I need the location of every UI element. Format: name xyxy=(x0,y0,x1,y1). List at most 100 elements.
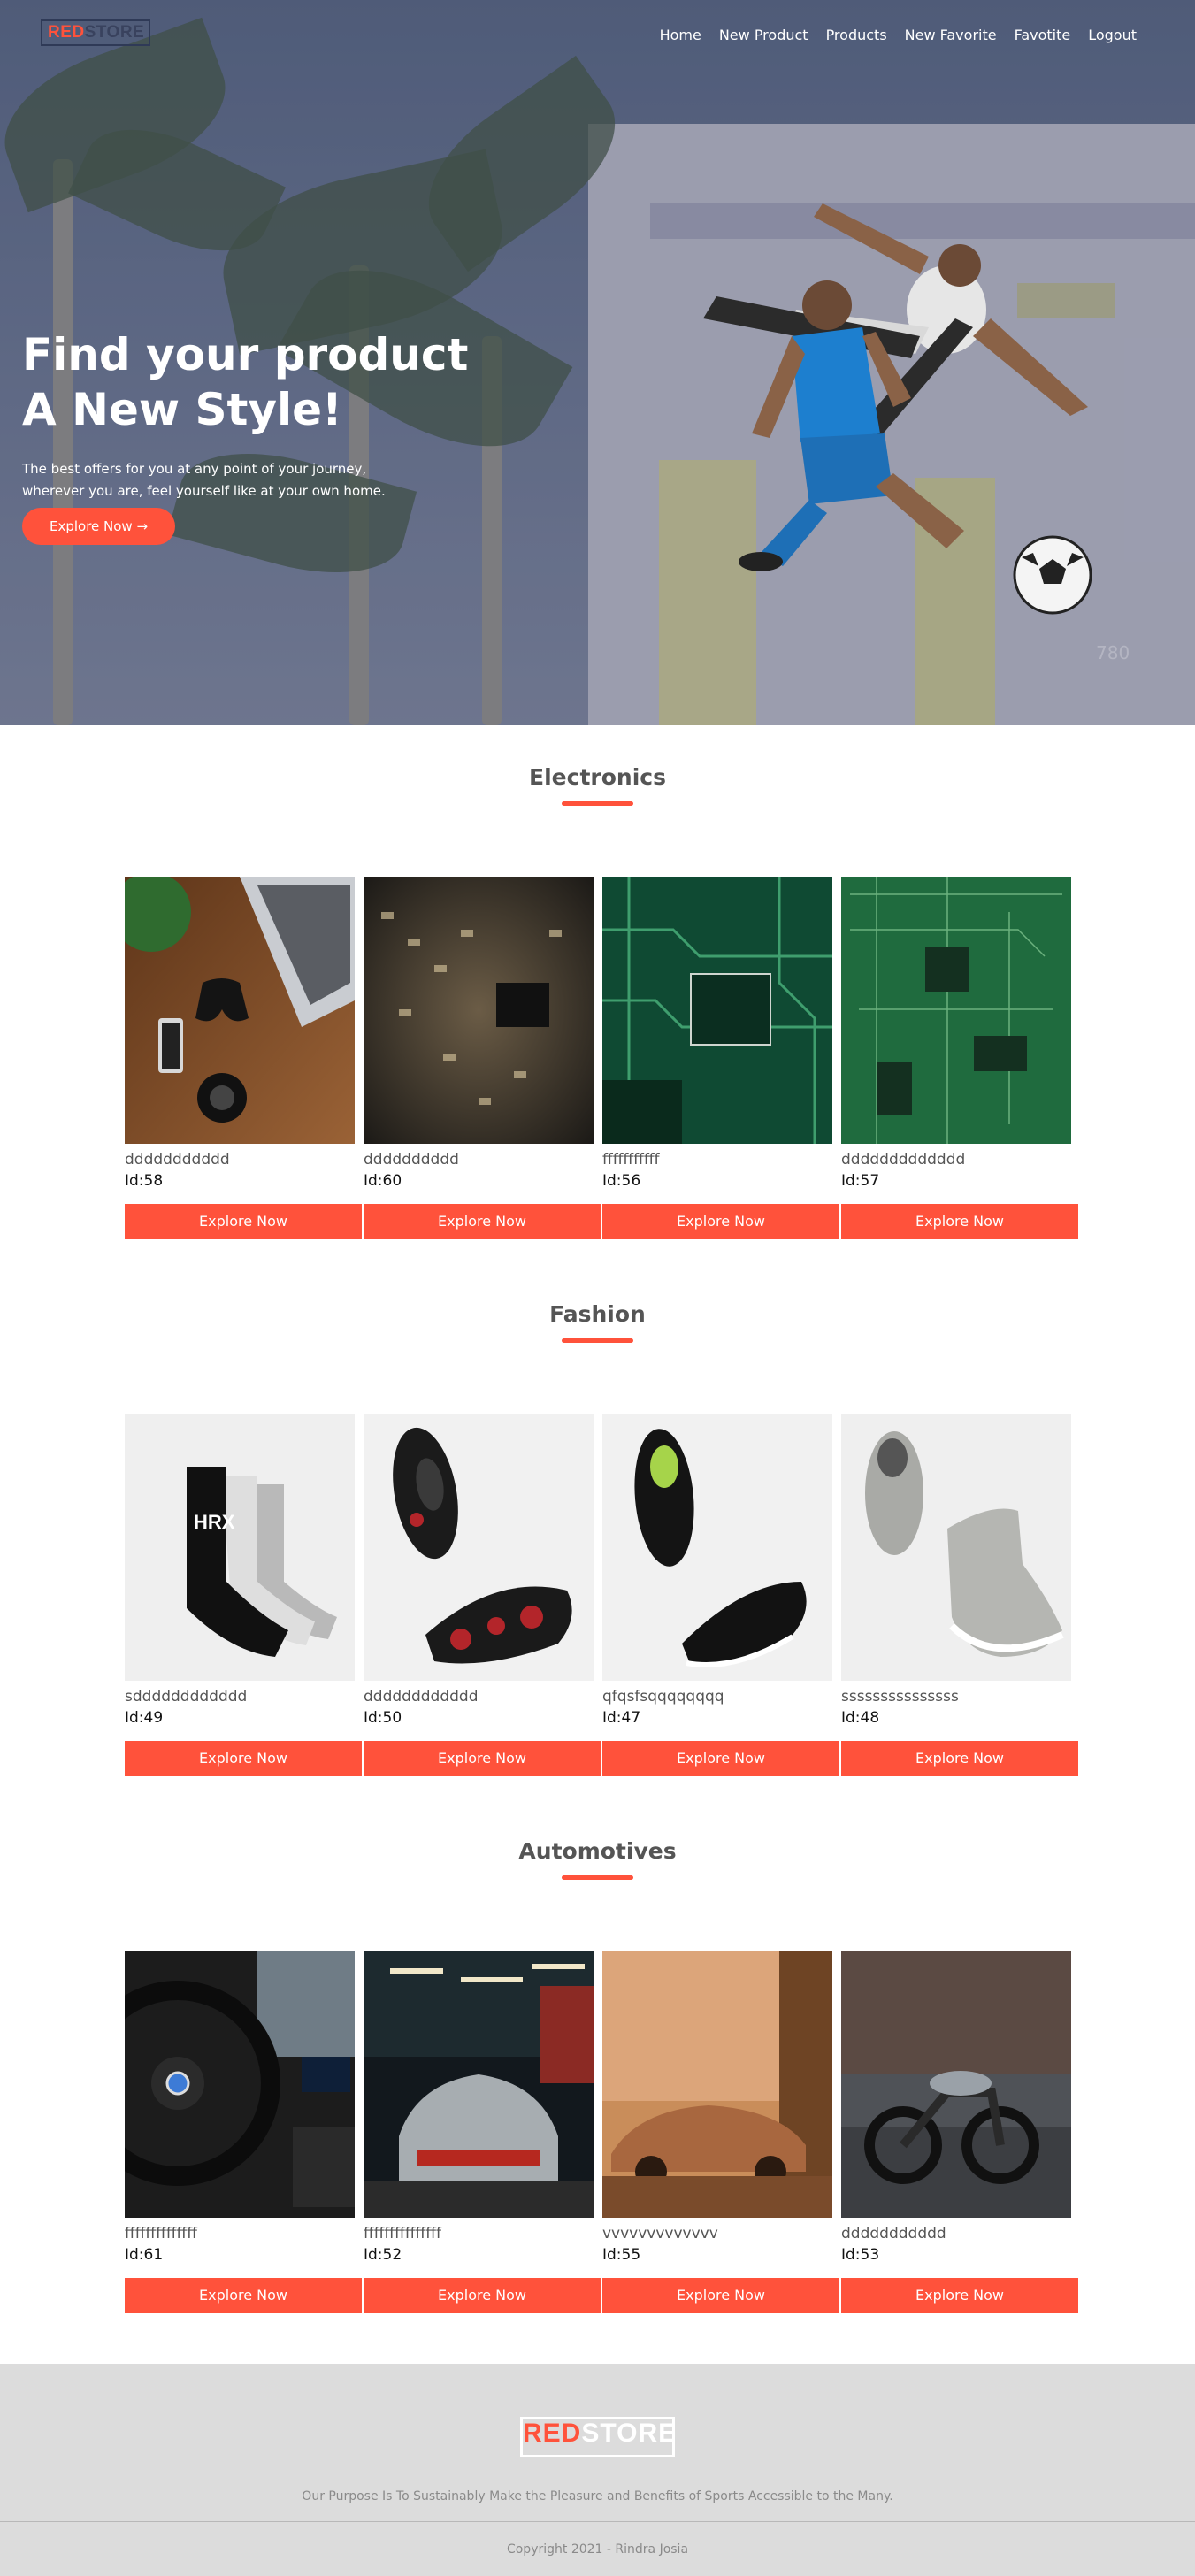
product-name: fffffffffffffff xyxy=(364,2225,441,2242)
product-id: Id:58 xyxy=(125,1172,164,1190)
product-name: sdddddddddddd xyxy=(125,1688,248,1706)
explore-now-button[interactable]: Explore Now xyxy=(125,1204,362,1239)
explore-now-button[interactable]: Explore Now xyxy=(125,1741,362,1776)
product-image-chip[interactable] xyxy=(364,877,594,1144)
explore-now-button[interactable]: Explore Now xyxy=(841,1741,1078,1776)
section-title-fashion: Fashion xyxy=(549,1301,646,1327)
explore-now-button[interactable]: Explore Now xyxy=(841,2278,1078,2313)
product-card: ffffffffffffff Id:61 Explore Now xyxy=(125,1951,362,2313)
brand-logo[interactable]: REDSTORE xyxy=(41,19,150,46)
explore-now-button[interactable]: Explore Now xyxy=(125,2278,362,2313)
nav-new-product[interactable]: New Product xyxy=(719,27,808,43)
product-card: ddddddddddd Id:53 Explore Now xyxy=(841,1951,1078,2313)
mini-cooper-image xyxy=(364,1951,594,2218)
explore-now-button[interactable]: Explore Now xyxy=(841,1204,1078,1239)
nav-favorite[interactable]: Favotite xyxy=(1015,27,1071,43)
hero-description: The best offers for you at any point of … xyxy=(22,458,429,502)
product-id: Id:56 xyxy=(602,1172,641,1190)
brand-logo-red: RED xyxy=(48,23,85,42)
product-id: Id:53 xyxy=(841,2246,880,2264)
footer-logo[interactable]: REDSTORE xyxy=(520,2417,678,2457)
product-id: Id:49 xyxy=(125,1709,164,1727)
nav-new-favorite[interactable]: New Favorite xyxy=(905,27,997,43)
footer-copyright: Copyright 2021 - Rindra Josia xyxy=(506,2542,689,2557)
explore-now-button[interactable]: Explore Now xyxy=(602,1204,839,1239)
product-card: ddddddddddd Id:58 Explore Now xyxy=(125,877,362,1239)
hero-watermark: 780 xyxy=(1096,642,1130,663)
product-name: ddddddddddd xyxy=(841,2225,946,2242)
controller-laptop-desk-image xyxy=(125,877,355,1144)
product-image-mini[interactable] xyxy=(364,1951,594,2218)
nav-home[interactable]: Home xyxy=(660,27,701,43)
product-image-motherboard[interactable] xyxy=(841,877,1071,1144)
product-name: ddddddddddddd xyxy=(841,1151,966,1169)
hero-explore-button[interactable]: Explore Now → xyxy=(22,508,175,545)
product-name: ddddddddddd xyxy=(125,1151,230,1169)
explore-now-button[interactable]: Explore Now xyxy=(364,1204,601,1239)
footer-logo-store: STORE xyxy=(581,2419,678,2448)
explore-now-button[interactable]: Explore Now xyxy=(364,1741,601,1776)
hero-title-line2: A New Style! xyxy=(22,384,342,435)
product-id: Id:55 xyxy=(602,2246,641,2264)
footer-purpose: Our Purpose Is To Sustainably Make the P… xyxy=(302,2489,893,2503)
green-circuit-board-image xyxy=(602,877,832,1144)
motherboard-image xyxy=(841,877,1071,1144)
product-name: fffffffffff xyxy=(602,1151,660,1169)
grey-high-tops-image xyxy=(841,1414,1071,1681)
nav-products[interactable]: Products xyxy=(826,27,887,43)
product-image-sports-car[interactable] xyxy=(602,1951,832,2218)
motorcycle-image xyxy=(841,1951,1071,2218)
nav-logout[interactable]: Logout xyxy=(1088,27,1137,43)
product-card: HRX sdddddddddddd Id:49 Explore Now xyxy=(125,1414,362,1776)
product-image-socks[interactable]: HRX xyxy=(125,1414,355,1681)
product-name: ffffffffffffff xyxy=(125,2225,197,2242)
hero-banner: REDSTORE Home New Product Products New F… xyxy=(0,0,1195,725)
product-image-circuit[interactable] xyxy=(602,877,832,1144)
product-image-motorcycle[interactable] xyxy=(841,1951,1071,2218)
product-id: Id:48 xyxy=(841,1709,880,1727)
product-card: qfqsfsqqqqqqqq Id:47 Explore Now xyxy=(602,1414,839,1776)
footer-divider xyxy=(0,2521,1195,2522)
product-id: Id:57 xyxy=(841,1172,880,1190)
section-underline xyxy=(562,801,633,806)
product-image-high-tops[interactable] xyxy=(841,1414,1071,1681)
product-id: Id:60 xyxy=(364,1172,402,1190)
hero-desc-line2: wherever you are, feel yourself like at … xyxy=(22,483,386,499)
product-image-bmw[interactable] xyxy=(125,1951,355,2218)
section-title-automotives: Automotives xyxy=(518,1838,677,1864)
product-image-controller[interactable] xyxy=(125,877,355,1144)
product-card: vvvvvvvvvvvvv Id:55 Explore Now xyxy=(602,1951,839,2313)
hero-desc-line1: The best offers for you at any point of … xyxy=(22,461,367,477)
explore-now-button[interactable]: Explore Now xyxy=(602,2278,839,2313)
product-image-black-sneakers[interactable] xyxy=(602,1414,832,1681)
brand-logo-store: STORE xyxy=(84,23,145,42)
main-nav: Home New Product Products New Favorite F… xyxy=(660,27,1137,43)
product-card: ddddddddddddd Id:57 Explore Now xyxy=(841,877,1078,1239)
product-image-red-sneakers[interactable] xyxy=(364,1414,594,1681)
section-title-electronics: Electronics xyxy=(529,764,666,790)
product-id: Id:52 xyxy=(364,2246,402,2264)
black-sneakers-image xyxy=(602,1414,832,1681)
product-card: sssssssssssssss Id:48 Explore Now xyxy=(841,1414,1078,1776)
product-name: sssssssssssssss xyxy=(841,1688,959,1706)
product-name: qfqsfsqqqqqqqq xyxy=(602,1688,724,1706)
circuit-chip-closeup-image xyxy=(364,877,594,1144)
section-underline xyxy=(562,1338,633,1343)
socks-image: HRX xyxy=(125,1414,355,1681)
section-underline xyxy=(562,1875,633,1880)
footer: REDSTORE Our Purpose Is To Sustainably M… xyxy=(0,2364,1195,2576)
football-players-image xyxy=(703,203,1092,615)
product-id: Id:47 xyxy=(602,1709,641,1727)
footer-logo-red: RED xyxy=(523,2419,582,2448)
product-name: vvvvvvvvvvvvv xyxy=(602,2225,718,2242)
sports-car-image xyxy=(602,1951,832,2218)
product-card: dddddddddddd Id:50 Explore Now xyxy=(364,1414,601,1776)
product-id: Id:50 xyxy=(364,1709,402,1727)
product-card: fffffffffff Id:56 Explore Now xyxy=(602,877,839,1239)
svg-text:HRX: HRX xyxy=(194,1511,235,1533)
product-card: fffffffffffffff Id:52 Explore Now xyxy=(364,1951,601,2313)
explore-now-button[interactable]: Explore Now xyxy=(602,1741,839,1776)
product-id: Id:61 xyxy=(125,2246,164,2264)
hero-title-line1: Find your product xyxy=(22,329,469,380)
explore-now-button[interactable]: Explore Now xyxy=(364,2278,601,2313)
